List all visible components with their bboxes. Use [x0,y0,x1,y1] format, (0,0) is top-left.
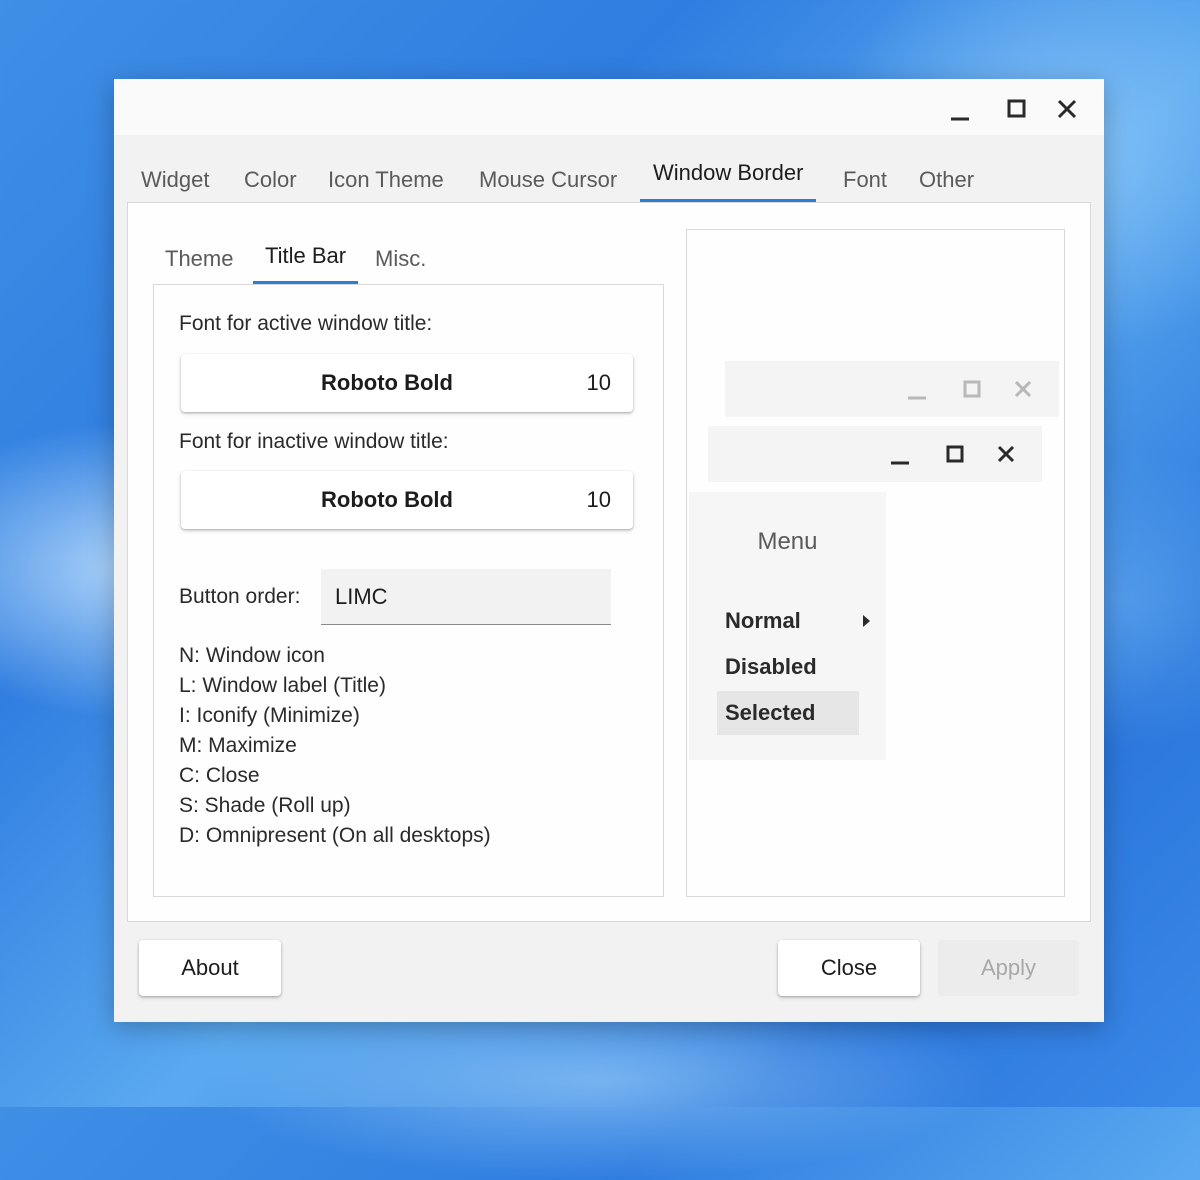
subtab-theme[interactable]: Theme [165,237,233,281]
inactive-font-label: Font for inactive window title: [179,430,449,453]
inactive-title-preview [725,361,1059,417]
inactive-font-button[interactable]: Roboto Bold 10 [181,471,633,529]
legend-item: L: Window label (Title) [179,674,386,697]
maximize-button[interactable] [998,91,1034,127]
tab-other[interactable]: Other [919,159,974,203]
window-border-panel: Theme Title Bar Misc. Font for active wi… [127,202,1091,922]
active-title-preview [708,426,1042,482]
close-icon [1057,99,1077,119]
button-legend: N: Window icon L: Window label (Title) I… [179,641,491,851]
subtab-misc[interactable]: Misc. [375,237,426,281]
tab-widget[interactable]: Widget [141,159,209,203]
obconf-window: Widget Color Icon Theme Mouse Cursor Win… [114,79,1104,1022]
close-window-button[interactable] [1049,91,1085,127]
maximize-icon [963,380,981,398]
tab-mouse-cursor[interactable]: Mouse Cursor [479,159,617,203]
tab-color[interactable]: Color [244,159,297,203]
close-button[interactable]: Close [778,940,920,996]
legend-item: D: Omnipresent (On all desktops) [179,824,491,847]
button-order-label: Button order: [179,585,301,608]
tab-icon-theme[interactable]: Icon Theme [328,159,444,203]
legend-item: I: Iconify (Minimize) [179,704,360,727]
about-button[interactable]: About [139,940,281,996]
menu-item-selected: Selected [717,691,859,735]
inactive-font-name: Roboto Bold [321,487,453,512]
submenu-arrow-icon [863,615,870,627]
minimize-icon [891,461,909,465]
active-font-name: Roboto Bold [321,370,453,395]
legend-item: C: Close [179,764,260,787]
apply-button[interactable]: Apply [938,940,1079,996]
menu-preview: Menu Normal Disabled Selected [689,492,886,760]
active-font-button[interactable]: Roboto Bold 10 [181,354,633,412]
button-order-input[interactable]: LIMC [321,569,611,625]
active-font-label: Font for active window title: [179,312,433,335]
title-bar [114,79,1104,135]
active-font-size: 10 [586,370,611,395]
title-bar-panel: Font for active window title: Roboto Bol… [153,284,664,897]
maximize-icon [946,445,964,463]
minimize-icon [951,117,969,121]
theme-preview: Menu Normal Disabled Selected [686,229,1065,897]
menu-item-disabled: Disabled [725,654,817,679]
subtab-title-bar[interactable]: Title Bar [253,237,359,284]
menu-item-normal: Normal [717,599,870,643]
legend-item: N: Window icon [179,644,325,667]
tab-font[interactable]: Font [843,159,887,203]
close-icon [997,445,1015,463]
minimize-button[interactable] [942,91,978,127]
minimize-icon [908,396,926,400]
close-icon [1014,380,1032,398]
inactive-font-size: 10 [586,487,611,512]
menu-title: Menu [757,528,818,555]
tab-window-border[interactable]: Window Border [640,155,817,202]
legend-item: S: Shade (Roll up) [179,794,351,817]
maximize-icon [1007,99,1026,118]
legend-item: M: Maximize [179,734,297,757]
